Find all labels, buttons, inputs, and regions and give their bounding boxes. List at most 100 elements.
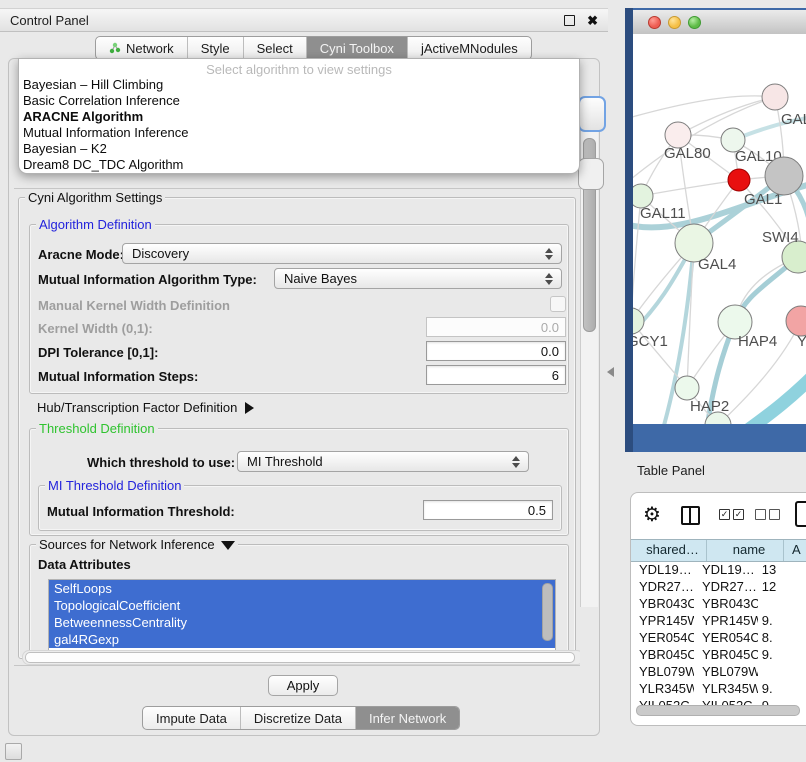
float-window-icon[interactable] — [564, 15, 575, 26]
tab-jactivemnodules[interactable]: jActiveMNodules — [407, 37, 531, 59]
settings-horizontal-scrollbar[interactable] — [22, 650, 580, 665]
tab-cyni-toolbox[interactable]: Cyni Toolbox — [306, 37, 407, 59]
table-row[interactable]: YBL079WYBL079W — [631, 663, 806, 680]
network-selector-combo-fragment[interactable] — [578, 158, 604, 190]
tab-discretize-data[interactable]: Discretize Data — [240, 707, 355, 729]
table-row[interactable]: YDL19…YDL19…13 — [631, 561, 806, 578]
attribute-item-topologicalcoefficient[interactable]: TopologicalCoefficient — [49, 597, 555, 614]
tab-label: Cyni Toolbox — [320, 41, 394, 56]
table-row[interactable]: YLR345WYLR345W9. — [631, 680, 806, 697]
table-cell: 9. — [758, 646, 806, 663]
network-node-y[interactable] — [786, 306, 806, 336]
hscrollbar-thumb[interactable] — [25, 652, 575, 663]
settings-gear-icon[interactable]: ⚙ — [643, 502, 661, 528]
attribute-item-selfloops[interactable]: SelfLoops — [49, 580, 555, 597]
network-window-titlebar[interactable] — [633, 10, 806, 35]
tab-select[interactable]: Select — [243, 37, 306, 59]
algorithm-option-bayesian-k2[interactable]: Bayesian – K2 — [19, 141, 579, 157]
network-node-gal7[interactable] — [762, 84, 788, 110]
column-layout-icon[interactable] — [681, 506, 700, 525]
window-frame-edge — [625, 8, 633, 452]
table-cell: YDL19… — [694, 561, 758, 578]
minimize-traffic-light[interactable] — [668, 16, 681, 29]
table-row[interactable]: YBR045CYBR045C9. — [631, 646, 806, 663]
node-label-hap4: HAP4 — [738, 333, 777, 350]
mi-threshold-field[interactable] — [423, 500, 553, 520]
sources-title[interactable]: Sources for Network Inference — [36, 537, 238, 552]
tab-style[interactable]: Style — [187, 37, 243, 59]
disclosure-right-icon — [245, 402, 254, 414]
select-all-icon[interactable]: ✓ ✓ — [719, 509, 744, 520]
manual-kernel-checkbox[interactable] — [550, 296, 566, 312]
algorithm-option-dream8-dc-tdc-algorithm[interactable]: Dream8 DC_TDC Algorithm — [19, 157, 579, 173]
table-cell: YLR345W — [694, 680, 758, 697]
which-threshold-combo[interactable]: MI Threshold — [237, 451, 529, 472]
tab-impute-data[interactable]: Impute Data — [143, 707, 240, 729]
table-cell: 8. — [758, 629, 806, 646]
table-row[interactable]: YPR145WYPR145W9. — [631, 612, 806, 629]
spinner-arrows-icon — [545, 248, 554, 260]
network-node-gal1[interactable] — [728, 169, 750, 191]
column-header-a[interactable]: A — [784, 540, 806, 561]
column-header-name[interactable]: name — [707, 540, 784, 561]
table-horizontal-scrollbar[interactable] — [634, 704, 802, 715]
attribute-item-betweennesscentrality[interactable]: BetweennessCentrality — [49, 614, 555, 631]
table-cell: YBR045C — [631, 646, 694, 663]
mi-type-combo[interactable]: Naive Bayes — [274, 268, 562, 289]
table-row[interactable]: YBR043CYBR043C — [631, 595, 806, 612]
apply-button[interactable]: Apply — [268, 675, 338, 696]
network-node[interactable] — [765, 157, 803, 195]
threshold-definition-title: Threshold Definition — [36, 421, 158, 436]
close-icon[interactable]: ✖ — [587, 14, 598, 27]
algorithm-option-basic-correlation-inference[interactable]: Basic Correlation Inference — [19, 93, 579, 109]
zoom-traffic-light[interactable] — [688, 16, 701, 29]
mi-threshold-definition-group: MI Threshold Definition Mutual Informati… — [38, 485, 562, 531]
algorithm-option-mutual-information-inference[interactable]: Mutual Information Inference — [19, 125, 579, 141]
column-header-shared[interactable]: shared… — [631, 540, 707, 561]
network-node-gcy1[interactable] — [633, 308, 644, 334]
list-scrollbar-thumb[interactable] — [542, 583, 553, 641]
table-cell: YDL19… — [631, 561, 694, 578]
mi-steps-field[interactable] — [426, 365, 566, 385]
tab-label: Network — [126, 41, 174, 56]
attribute-item-gal4rgexp[interactable]: gal4RGexp — [49, 631, 555, 648]
node-label-swi4: SWI4 — [762, 229, 799, 246]
checked-box-icon: ✓ — [733, 509, 744, 520]
tab-label: jActiveMNodules — [421, 41, 518, 56]
table-cell: 9. — [758, 680, 806, 697]
hub-definition-disclosure[interactable]: Hub/Transcription Factor Definition — [37, 400, 254, 415]
algorithm-dropdown-popup: Select algorithm to view settings Bayesi… — [18, 58, 580, 174]
select-none-icon[interactable] — [755, 509, 780, 520]
cyni-algorithm-settings-group: Cyni Algorithm Settings Algorithm Defini… — [18, 197, 576, 659]
tab-label: Impute Data — [156, 711, 227, 726]
settings-vertical-scrollbar[interactable] — [580, 130, 598, 607]
table-row[interactable]: YER054CYER054C8. — [631, 629, 806, 646]
sources-group: Sources for Network Inference Data Attri… — [29, 544, 569, 660]
tab-infer-network[interactable]: Infer Network — [355, 707, 459, 729]
tab-label: Select — [257, 41, 293, 56]
threshold-definition-group: Threshold Definition Which threshold to … — [29, 428, 569, 536]
network-node-hap2[interactable] — [675, 376, 699, 400]
mi-type-label: Mutual Information Algorithm Type: — [38, 272, 257, 287]
table-hscrollbar-thumb[interactable] — [636, 705, 800, 716]
document-icon[interactable] — [795, 501, 806, 527]
panel-divider-handle[interactable] — [607, 367, 614, 377]
network-canvas[interactable]: GAL7GAL80GAL10GAL1GAL11GAL4SWI4GCY1HAP4Y… — [633, 34, 806, 424]
table-cell — [758, 595, 806, 612]
node-label-hap2: HAP2 — [690, 398, 729, 415]
dpi-tolerance-field[interactable] — [426, 341, 566, 361]
kernel-width-field[interactable] — [426, 317, 566, 337]
table-cell: 9. — [758, 612, 806, 629]
algorithm-option-aracne-algorithm[interactable]: ARACNE Algorithm — [19, 109, 579, 125]
minimized-panel-icon[interactable] — [5, 743, 22, 760]
close-traffic-light[interactable] — [648, 16, 661, 29]
algorithm-option-bayesian-hill-climbing[interactable]: Bayesian – Hill Climbing — [19, 77, 579, 93]
aracne-mode-combo[interactable]: Discovery — [122, 243, 562, 264]
manual-kernel-label: Manual Kernel Width Definition — [38, 298, 230, 313]
table-row[interactable]: YDR27…YDR27…12 — [631, 578, 806, 595]
table-cell: YPR145W — [631, 612, 694, 629]
inference-algorithm-combo-fragment[interactable] — [578, 96, 606, 132]
kernel-width-label: Kernel Width (0,1): — [38, 321, 153, 336]
tab-network[interactable]: Network — [96, 37, 187, 59]
node-label-gcy1: GCY1 — [633, 333, 668, 350]
